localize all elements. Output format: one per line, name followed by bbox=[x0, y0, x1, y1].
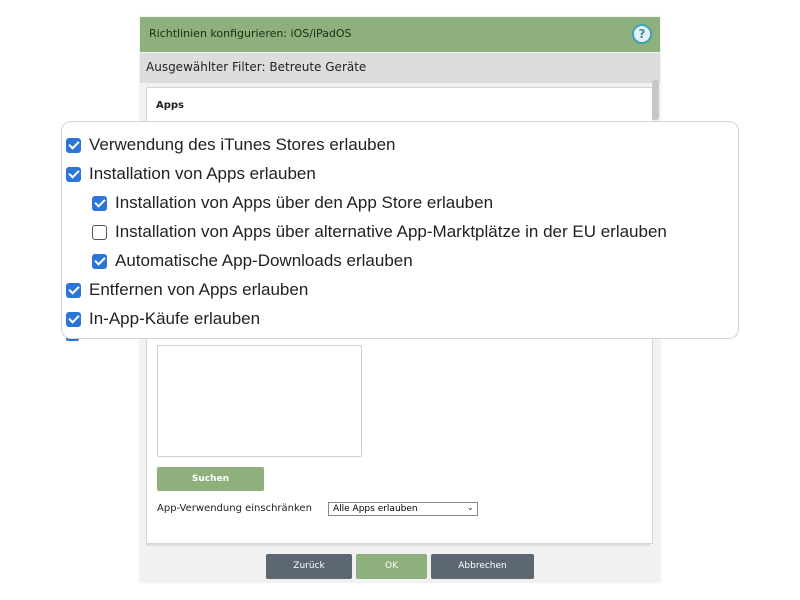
back-button[interactable]: Zurück bbox=[266, 554, 352, 579]
filter-label: Ausgewählter Filter: Betreute Geräte bbox=[146, 60, 367, 74]
checkbox[interactable] bbox=[66, 166, 81, 182]
checkbox[interactable] bbox=[92, 224, 107, 240]
restrict-usage-label: App-Verwendung einschränken bbox=[157, 503, 312, 514]
checkbox[interactable] bbox=[92, 253, 107, 269]
checkbox[interactable] bbox=[66, 311, 81, 327]
option-label: Installation von Apps über alternative A… bbox=[115, 222, 667, 241]
help-icon[interactable]: ? bbox=[632, 24, 652, 44]
option-auto-downloads[interactable]: Automatische App-Downloads erlauben bbox=[92, 250, 413, 272]
option-label: Verwendung des iTunes Stores erlauben bbox=[89, 135, 396, 154]
divider bbox=[146, 544, 650, 546]
option-in-app-purchases[interactable]: In-App-Käufe erlauben bbox=[66, 308, 260, 330]
section-heading: Apps bbox=[156, 100, 185, 111]
cancel-button[interactable]: Abbrechen bbox=[431, 554, 534, 579]
option-remove-apps[interactable]: Entfernen von Apps erlauben bbox=[66, 279, 308, 301]
filter-bar: Ausgewählter Filter: Betreute Geräte bbox=[140, 53, 660, 83]
options-card: Verwendung des iTunes Stores erlauben In… bbox=[61, 121, 739, 339]
option-label: Installation von Apps über den App Store… bbox=[115, 193, 494, 212]
scrollbar-thumb[interactable] bbox=[652, 80, 659, 120]
checkbox[interactable] bbox=[92, 195, 107, 211]
option-install-alt-marketplaces[interactable]: Installation von Apps über alternative A… bbox=[92, 221, 667, 243]
dialog-title: Richtlinien konfigurieren: iOS/iPadOS bbox=[149, 27, 352, 40]
search-button[interactable]: Suchen bbox=[157, 467, 264, 491]
option-install-apps[interactable]: Installation von Apps erlauben bbox=[66, 163, 316, 185]
option-label: Automatische App-Downloads erlauben bbox=[115, 251, 413, 270]
option-label: Entfernen von Apps erlauben bbox=[89, 280, 309, 299]
restrict-usage-select[interactable]: Alle Apps erlauben ⌄ bbox=[328, 502, 478, 516]
option-label: Installation von Apps erlauben bbox=[89, 164, 316, 183]
checkbox[interactable] bbox=[66, 137, 81, 153]
chevron-down-icon: ⌄ bbox=[466, 503, 474, 513]
option-itunes-store[interactable]: Verwendung des iTunes Stores erlauben bbox=[66, 134, 396, 156]
checkbox[interactable] bbox=[66, 282, 81, 298]
app-list-textarea[interactable] bbox=[157, 345, 362, 457]
option-install-app-store[interactable]: Installation von Apps über den App Store… bbox=[92, 192, 493, 214]
dialog-titlebar: Richtlinien konfigurieren: iOS/iPadOS ? bbox=[140, 17, 660, 52]
restrict-usage-value: Alle Apps erlauben bbox=[333, 504, 418, 514]
ok-button[interactable]: OK bbox=[356, 554, 427, 579]
option-label: In-App-Käufe erlauben bbox=[89, 309, 261, 328]
